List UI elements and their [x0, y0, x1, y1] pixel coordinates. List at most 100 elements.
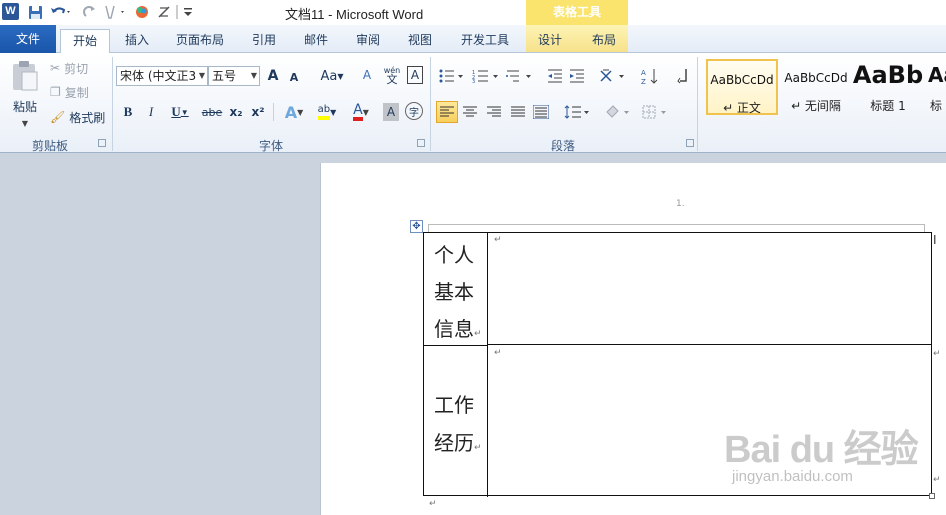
change-case-icon: Aa [320, 68, 338, 84]
tab-insert[interactable]: 插入 [114, 29, 160, 53]
cut-button[interactable]: ✂ 剪切 [50, 59, 88, 77]
font-launcher-icon[interactable] [417, 139, 425, 147]
font-color-icon: A [353, 103, 363, 121]
clear-formatting-icon: A [362, 68, 372, 82]
character-shading-button[interactable]: A [383, 103, 399, 121]
tab-table-layout[interactable]: 布局 [584, 29, 624, 53]
copy-icon: ❐ [50, 85, 61, 99]
tab-home[interactable]: 开始 [60, 29, 110, 54]
tab-review[interactable]: 审阅 [348, 29, 388, 53]
chevron-down-icon: ▼ [297, 107, 304, 117]
numbering-button[interactable]: 123 [471, 67, 501, 85]
italic-button[interactable]: I [143, 103, 159, 121]
tab-references[interactable]: 引用 [244, 29, 284, 53]
style-heading-1[interactable]: AaBb 标题 1 [852, 59, 924, 115]
font-name-value: 宋体 (中文正3 [120, 69, 197, 83]
shrink-font-button[interactable]: A [287, 69, 301, 85]
strikethrough-button[interactable]: abe [200, 103, 224, 121]
clear-formatting-button[interactable]: A [358, 66, 376, 84]
customize-icon[interactable] [182, 3, 194, 21]
paste-button[interactable]: 粘贴 ▼ [6, 57, 44, 131]
multilevel-list-button[interactable] [505, 67, 535, 85]
text-effects-button[interactable]: A ▼ [280, 102, 308, 122]
svg-text:Z: Z [641, 78, 646, 85]
style-no-spacing-sample: AaBbCcDd [784, 71, 848, 85]
show-marks-button[interactable] [675, 66, 691, 86]
text-effects-icon: A [284, 102, 298, 122]
font-name-combo[interactable]: 宋体 (中文正3 ▼ [116, 66, 208, 86]
label-line: 信息 [434, 317, 474, 341]
brush-icon: 🖌 [50, 110, 66, 124]
line-spacing-button[interactable] [563, 102, 591, 122]
text-cursor-icon: I [933, 233, 937, 247]
subscript-button[interactable]: x₂ [227, 103, 245, 121]
strikethrough-icon: abe [201, 105, 223, 119]
underline-button[interactable]: U ▼ [166, 103, 194, 121]
chevron-down-icon: ▼ [180, 107, 189, 117]
character-border-button[interactable]: A [407, 66, 423, 84]
increase-indent-button[interactable] [568, 67, 586, 85]
save-icon[interactable] [26, 3, 44, 21]
tab-file[interactable]: 文件 [0, 25, 56, 53]
style-normal-name: ↵ 正文 [723, 101, 761, 115]
bold-button[interactable]: B [120, 103, 136, 121]
table-cell-personal-info-content[interactable]: ↵ [488, 233, 931, 345]
format-painter-icon[interactable] [102, 3, 128, 21]
clipboard-launcher-icon[interactable] [98, 139, 106, 147]
color-icon[interactable] [134, 3, 150, 21]
clipboard-group-label: 剪贴板 [31, 139, 68, 153]
borders-button[interactable] [640, 102, 670, 122]
table-move-handle-icon[interactable]: ✥ [410, 220, 423, 233]
ribbon-home: 粘贴 ▼ ✂ 剪切 ❐ 复制 🖌 格式刷 剪贴板 宋体 (中文正3 ▼ 五号 ▼ A A … [0, 53, 946, 153]
paragraph-group-label: 段落 [550, 139, 575, 153]
tab-mailings[interactable]: 邮件 [296, 29, 336, 53]
clear-icon[interactable] [156, 3, 172, 21]
style-heading-2-name: 标 [930, 99, 943, 113]
style-no-spacing-name: ↵ 无间隔 [791, 99, 841, 113]
align-left-button[interactable] [436, 101, 458, 123]
justify-button[interactable] [508, 102, 528, 122]
enclose-characters-button[interactable]: 字 [405, 102, 423, 120]
copy-button[interactable]: ❐ 复制 [50, 83, 89, 101]
align-left-icon [440, 106, 454, 117]
table-cell-personal-info-label[interactable]: 个人 基本 信息↵ [424, 233, 488, 345]
undo-icon[interactable] [48, 3, 74, 21]
change-case-button[interactable]: Aa ▼ [318, 67, 346, 85]
svg-text:A: A [641, 69, 646, 77]
decrease-indent-button[interactable] [546, 67, 564, 85]
underline-icon: U [171, 104, 181, 119]
align-center-button[interactable] [460, 102, 480, 122]
superscript-button[interactable]: x² [249, 103, 267, 121]
grow-font-button[interactable]: A [265, 67, 281, 85]
chinese-layout-button[interactable] [598, 66, 628, 86]
label-line: 经历 [434, 431, 474, 455]
format-painter-label: 格式刷 [69, 110, 106, 125]
paint-bucket-icon [606, 105, 629, 118]
style-normal-sample: AaBbCcDd [710, 73, 774, 87]
tab-view[interactable]: 视图 [400, 29, 440, 53]
sort-button[interactable]: AZ [640, 66, 660, 86]
font-color-button[interactable]: A ▼ [346, 102, 376, 122]
align-right-button[interactable] [484, 102, 504, 122]
phonetic-guide-button[interactable]: wén 文 [381, 64, 403, 86]
paste-label: 粘贴 [12, 100, 37, 114]
font-size-combo[interactable]: 五号 ▼ [208, 66, 260, 86]
paragraph-launcher-icon[interactable] [686, 139, 694, 147]
style-normal[interactable]: AaBbCcDd ↵ 正文 [706, 59, 778, 115]
bullets-button[interactable] [438, 67, 466, 85]
tab-table-design[interactable]: 设计 [530, 29, 570, 53]
style-heading-2[interactable]: Aa 标 [924, 59, 946, 115]
tab-developer[interactable]: 开发工具 [454, 29, 516, 53]
paragraph-mark-icon: ↵ [474, 443, 482, 453]
format-painter-button[interactable]: 🖌 格式刷 [50, 108, 105, 126]
tab-page-layout[interactable]: 页面布局 [168, 29, 232, 53]
shading-button[interactable] [603, 102, 633, 122]
table-cell-work-history-label[interactable]: 工作 经历↵ [424, 346, 488, 497]
redo-icon[interactable] [80, 3, 98, 21]
paste-icon [13, 61, 38, 91]
word-app-icon[interactable]: W [2, 3, 19, 20]
style-no-spacing[interactable]: AaBbCcDd ↵ 无间隔 [780, 59, 852, 115]
qat-separator [176, 5, 178, 19]
distributed-button[interactable] [531, 102, 551, 122]
highlight-button[interactable]: ab ▼ [312, 102, 342, 122]
